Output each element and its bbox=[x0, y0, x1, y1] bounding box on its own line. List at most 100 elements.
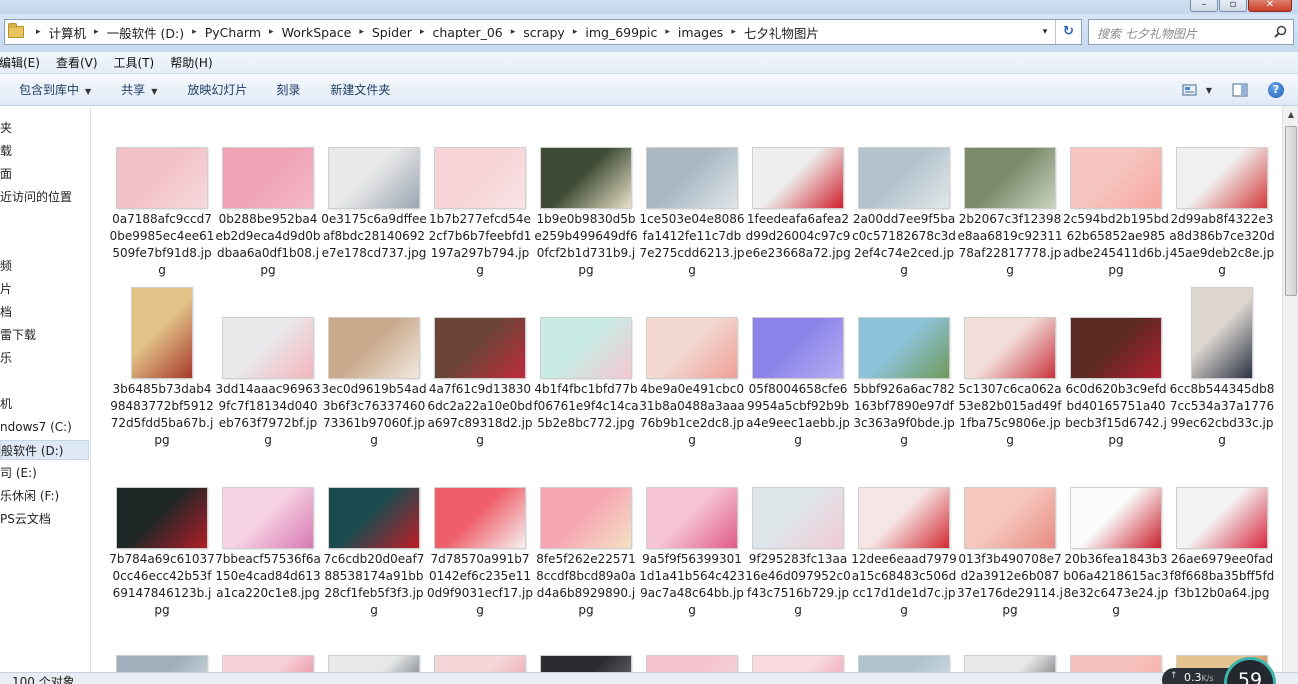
image-thumbnail[interactable] bbox=[435, 656, 525, 672]
breadcrumb-item[interactable]: PyCharm bbox=[205, 25, 261, 40]
image-thumbnail[interactable] bbox=[1071, 656, 1161, 672]
image-thumbnail[interactable] bbox=[117, 656, 207, 672]
scroll-up-icon[interactable]: ▲ bbox=[1283, 106, 1298, 123]
breadcrumb-item[interactable]: chapter_06 bbox=[432, 25, 502, 40]
nav-item[interactable]: PS云文档 bbox=[0, 509, 51, 529]
include-in-library-button[interactable]: 包含到库中 ▼ bbox=[19, 81, 91, 98]
breadcrumb-separator-icon[interactable]: ▸ bbox=[412, 27, 433, 37]
nav-item[interactable]: 雷下载 bbox=[0, 325, 36, 345]
nav-item[interactable]: 档 bbox=[0, 302, 12, 322]
image-thumbnail[interactable] bbox=[223, 148, 313, 208]
image-thumbnail[interactable] bbox=[965, 148, 1055, 208]
image-thumbnail[interactable] bbox=[541, 656, 631, 672]
nav-item[interactable]: 近访问的位置 bbox=[0, 187, 72, 207]
breadcrumb-item[interactable]: scrapy bbox=[523, 25, 565, 40]
image-thumbnail[interactable] bbox=[1177, 488, 1267, 548]
image-thumbnail[interactable] bbox=[1071, 318, 1161, 378]
breadcrumb-item[interactable]: images bbox=[678, 25, 723, 40]
nav-item[interactable]: 面 bbox=[0, 164, 12, 184]
image-thumbnail[interactable] bbox=[329, 488, 419, 548]
breadcrumb-item[interactable]: Spider bbox=[372, 25, 412, 40]
menu-help[interactable]: 帮助(H) bbox=[170, 54, 212, 71]
image-thumbnail[interactable] bbox=[753, 148, 843, 208]
breadcrumb-item[interactable]: img_699pic bbox=[585, 25, 657, 40]
address-bar[interactable]: ▸ 计算机 ▸ 一般软件 (D:) ▸ PyCharm ▸ WorkSpace ▸ Spider ▸… bbox=[4, 19, 1082, 45]
image-thumbnail[interactable] bbox=[223, 318, 313, 378]
network-speed-widget[interactable]: ↑ 0.3K/s 59 bbox=[1162, 655, 1298, 684]
breadcrumb-separator-icon[interactable]: ▸ bbox=[723, 27, 744, 37]
view-dropdown-icon[interactable]: ▼ bbox=[1206, 86, 1212, 95]
breadcrumb-separator-icon[interactable]: ▸ bbox=[86, 27, 107, 37]
image-thumbnail[interactable] bbox=[541, 488, 631, 548]
nav-item[interactable]: 乐 bbox=[0, 348, 12, 368]
burn-button[interactable]: 刻录 bbox=[276, 81, 300, 98]
image-thumbnail[interactable] bbox=[435, 148, 525, 208]
image-thumbnail[interactable] bbox=[647, 488, 737, 548]
slideshow-button[interactable]: 放映幻灯片 bbox=[187, 81, 247, 98]
preview-pane-icon[interactable] bbox=[1232, 83, 1248, 97]
image-thumbnail[interactable] bbox=[329, 318, 419, 378]
menu-view[interactable]: 查看(V) bbox=[56, 54, 98, 71]
image-thumbnail[interactable] bbox=[117, 488, 207, 548]
breadcrumb-separator-icon[interactable]: ▸ bbox=[261, 27, 282, 37]
breadcrumb-separator-icon[interactable]: ▸ bbox=[503, 27, 524, 37]
nav-item[interactable]: 频 bbox=[0, 256, 12, 276]
search-input[interactable]: 搜索 七夕礼物图片 bbox=[1088, 19, 1294, 45]
image-thumbnail[interactable] bbox=[859, 318, 949, 378]
image-thumbnail[interactable] bbox=[435, 318, 525, 378]
image-thumbnail[interactable] bbox=[965, 656, 1055, 672]
image-thumbnail[interactable] bbox=[859, 148, 949, 208]
image-thumbnail[interactable] bbox=[753, 318, 843, 378]
image-thumbnail[interactable] bbox=[1177, 148, 1267, 208]
nav-item[interactable]: 机 bbox=[0, 394, 12, 414]
image-thumbnail[interactable] bbox=[223, 488, 313, 548]
menu-edit[interactable]: 编辑(E) bbox=[0, 54, 40, 71]
menu-tools[interactable]: 工具(T) bbox=[114, 54, 155, 71]
vertical-scrollbar[interactable]: ▲ bbox=[1282, 106, 1298, 672]
maximize-button[interactable]: ▫ bbox=[1219, 0, 1247, 12]
breadcrumb-separator-icon[interactable]: ▸ bbox=[351, 27, 372, 37]
nav-item[interactable]: 司 (E:) bbox=[0, 463, 37, 483]
breadcrumb-separator-icon[interactable]: ▸ bbox=[184, 27, 205, 37]
image-thumbnail[interactable] bbox=[541, 148, 631, 208]
address-history-dropdown[interactable]: ▾ bbox=[1035, 20, 1055, 44]
scrollbar-thumb[interactable] bbox=[1285, 126, 1297, 296]
image-thumbnail[interactable] bbox=[753, 488, 843, 548]
image-thumbnail[interactable] bbox=[965, 318, 1055, 378]
breadcrumb-item[interactable]: WorkSpace bbox=[282, 25, 352, 40]
refresh-icon[interactable]: ↻ bbox=[1055, 20, 1081, 44]
share-button[interactable]: 共享 ▼ bbox=[121, 81, 157, 98]
image-thumbnail[interactable] bbox=[329, 148, 419, 208]
breadcrumb-item[interactable]: 计算机 bbox=[49, 23, 87, 42]
image-thumbnail[interactable] bbox=[753, 656, 843, 672]
image-thumbnail[interactable] bbox=[117, 148, 207, 208]
nav-item[interactable]: 载 bbox=[0, 141, 12, 161]
minimize-button[interactable]: – bbox=[1190, 0, 1218, 12]
nav-item[interactable]: 乐休闲 (F:) bbox=[0, 486, 59, 506]
image-thumbnail[interactable] bbox=[647, 656, 737, 672]
image-thumbnail[interactable] bbox=[965, 488, 1055, 548]
image-thumbnail[interactable] bbox=[647, 148, 737, 208]
change-view-icon[interactable] bbox=[1182, 83, 1198, 97]
image-thumbnail[interactable] bbox=[541, 318, 631, 378]
image-thumbnail[interactable] bbox=[859, 656, 949, 672]
breadcrumb-separator-icon[interactable]: ▸ bbox=[28, 27, 49, 37]
help-icon[interactable]: ? bbox=[1268, 82, 1284, 98]
image-thumbnail[interactable] bbox=[132, 288, 192, 378]
image-thumbnail[interactable] bbox=[1192, 288, 1252, 378]
close-button[interactable]: ✕ bbox=[1248, 0, 1292, 12]
image-thumbnail[interactable] bbox=[647, 318, 737, 378]
new-folder-button[interactable]: 新建文件夹 bbox=[330, 81, 390, 98]
image-thumbnail[interactable] bbox=[435, 488, 525, 548]
search-icon[interactable] bbox=[1274, 25, 1287, 38]
breadcrumb-item[interactable]: 一般软件 (D:) bbox=[107, 23, 185, 42]
nav-item[interactable]: ndows7 (C:) bbox=[0, 417, 72, 437]
image-thumbnail[interactable] bbox=[223, 656, 313, 672]
breadcrumb-separator-icon[interactable]: ▸ bbox=[565, 27, 586, 37]
image-thumbnail[interactable] bbox=[1071, 148, 1161, 208]
image-thumbnail[interactable] bbox=[859, 488, 949, 548]
image-thumbnail[interactable] bbox=[329, 656, 419, 672]
breadcrumb-separator-icon[interactable]: ▸ bbox=[657, 27, 678, 37]
nav-item[interactable]: 般软件 (D:) bbox=[0, 440, 89, 460]
breadcrumb-item[interactable]: 七夕礼物图片 bbox=[744, 23, 819, 42]
